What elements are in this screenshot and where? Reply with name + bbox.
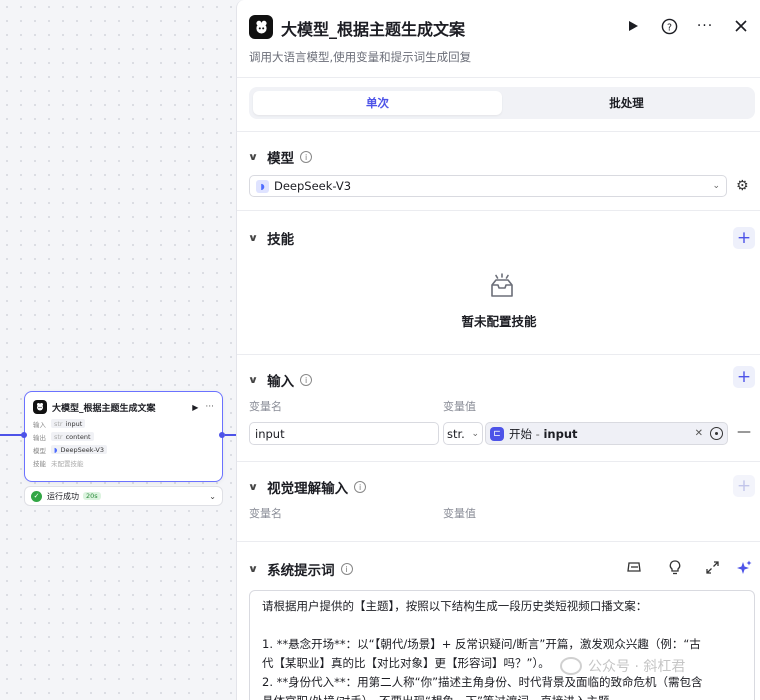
- wechat-icon: [560, 657, 582, 675]
- collapse-icon[interactable]: ∨: [248, 233, 259, 244]
- collapse-icon[interactable]: ∨: [248, 152, 259, 163]
- skills-section-header[interactable]: ∨ 技能: [248, 228, 294, 248]
- add-skill-button[interactable]: +: [733, 227, 755, 249]
- chevron-down-icon[interactable]: ⌄: [209, 492, 216, 501]
- prompt-line: 请根据用户提供的【主题】，按照以下结构生成一段历史类短视频口播文案：: [262, 599, 648, 613]
- check-icon: ✓: [31, 490, 42, 502]
- model-selected-value: DeepSeek-V3: [274, 179, 352, 193]
- model-section-header[interactable]: ∨ 模型 i: [248, 147, 313, 167]
- node-row-label: 模型: [33, 446, 46, 455]
- run-time-badge: 20s: [83, 492, 101, 500]
- divider: [237, 131, 760, 132]
- collapse-icon[interactable]: ∨: [248, 564, 259, 575]
- deepseek-icon: ◗: [256, 179, 269, 193]
- ref-source: 开始: [509, 426, 532, 441]
- llm-logo-icon: [249, 15, 273, 39]
- info-icon[interactable]: i: [300, 151, 313, 163]
- var-type-value: str.: [447, 426, 465, 441]
- var-type-select[interactable]: str. ⌄: [443, 422, 483, 445]
- input-section-header[interactable]: ∨ 输入 i: [248, 370, 313, 390]
- gear-icon[interactable]: ⚙: [736, 178, 749, 194]
- expand-icon[interactable]: [706, 561, 719, 574]
- llm-logo-icon: [33, 400, 47, 414]
- tab-batch[interactable]: 批处理: [502, 91, 751, 115]
- chevron-down-icon: ⌄: [712, 181, 720, 191]
- divider: [237, 541, 760, 542]
- run-status-bar[interactable]: ✓ 运行成功 20s ⌄: [24, 486, 223, 506]
- workflow-canvas[interactable]: [0, 0, 240, 700]
- col-var-value: 变量值: [443, 507, 476, 520]
- mode-segmented-control: 单次 批处理: [249, 87, 755, 119]
- start-node-icon: ⊏: [490, 426, 504, 441]
- model-select[interactable]: ◗ DeepSeek-V3 ⌄: [249, 175, 727, 197]
- incoming-edge: [0, 434, 22, 436]
- close-icon[interactable]: [731, 16, 751, 36]
- divider: [237, 210, 760, 211]
- prompt-line: [262, 616, 742, 635]
- tab-single[interactable]: 单次: [253, 91, 502, 115]
- col-var-name: 变量名: [249, 507, 282, 520]
- output-port[interactable]: [219, 432, 225, 438]
- node-title: 大模型_根据主题生成文案: [52, 403, 156, 414]
- node-row-label: 技能: [33, 459, 46, 468]
- collapse-icon[interactable]: ∨: [248, 375, 259, 386]
- vision-section-header[interactable]: ∨ 视觉理解输入 i: [248, 477, 367, 497]
- llm-node-card[interactable]: 大模型_根据主题生成文案 ▶ ··· 输入 str input 输出 str conte…: [24, 391, 223, 482]
- panel-description[interactable]: 调用大语言模型,使用变量和提示词生成回复: [249, 49, 471, 65]
- lightbulb-icon[interactable]: [669, 560, 681, 575]
- node-output-tag: str content: [51, 432, 94, 441]
- skills-empty-text: 暂未配置技能: [461, 314, 537, 329]
- watermark: 公众号 · 斜杠君: [560, 656, 685, 676]
- help-icon[interactable]: ?: [659, 16, 679, 36]
- divider: [237, 461, 760, 462]
- info-icon[interactable]: i: [300, 374, 313, 386]
- add-input-button[interactable]: +: [733, 366, 755, 388]
- empty-box-icon: [491, 273, 513, 297]
- ai-sparkle-icon[interactable]: [737, 560, 752, 575]
- collapse-icon[interactable]: ∨: [248, 482, 259, 493]
- add-vision-input-button[interactable]: +: [733, 475, 755, 497]
- more-icon[interactable]: ···: [695, 16, 715, 36]
- prompt-line: 1. **悬念开场**：以“【朝代/场景】+ 反常识疑问/断言”开篇，激发观众兴…: [262, 637, 701, 651]
- info-icon[interactable]: i: [354, 481, 367, 493]
- divider: [237, 354, 760, 355]
- ref-separator: -: [532, 426, 544, 441]
- play-icon[interactable]: ▶: [192, 403, 198, 412]
- node-model-tag: ◗ DeepSeek-V3: [51, 445, 108, 454]
- col-var-value: 变量值: [443, 400, 476, 413]
- node-config-panel: 大模型_根据主题生成文案 调用大语言模型,使用变量和提示词生成回复 ? ··· …: [236, 0, 760, 700]
- input-port[interactable]: [21, 432, 27, 438]
- run-status-text: 运行成功: [47, 491, 79, 501]
- system-prompt-editor[interactable]: 请根据用户提供的【主题】，按照以下结构生成一段历史类短视频口播文案： 1. **…: [249, 590, 755, 700]
- panel-header: 大模型_根据主题生成文案 调用大语言模型,使用变量和提示词生成回复 ? ···: [237, 0, 760, 78]
- prompt-library-icon[interactable]: [627, 560, 642, 574]
- var-name-input[interactable]: input: [249, 422, 439, 445]
- prompt-line: 具体官职/处境/对手），不要出现“想象一下”等过渡词，直接进入主题。: [262, 692, 742, 700]
- clear-icon[interactable]: ✕: [695, 428, 703, 439]
- target-icon[interactable]: [710, 427, 723, 440]
- remove-input-button[interactable]: —: [737, 424, 751, 440]
- chevron-down-icon: ⌄: [471, 428, 479, 439]
- node-input-tag: str input: [51, 419, 86, 428]
- node-skill-value: 未配置技能: [51, 459, 84, 468]
- node-row-label: 输入: [33, 420, 46, 429]
- node-row-label: 输出: [33, 433, 46, 442]
- info-icon[interactable]: i: [340, 563, 353, 575]
- panel-title[interactable]: 大模型_根据主题生成文案: [281, 16, 465, 40]
- col-var-name: 变量名: [249, 400, 282, 413]
- run-icon[interactable]: [623, 16, 643, 36]
- ref-variable: input: [543, 426, 578, 441]
- prompt-section-header[interactable]: ∨ 系统提示词 i: [248, 559, 353, 579]
- more-icon[interactable]: ···: [205, 402, 214, 412]
- svg-text:?: ?: [666, 22, 671, 33]
- var-reference-field[interactable]: ⊏ 开始 - input ✕: [485, 422, 728, 445]
